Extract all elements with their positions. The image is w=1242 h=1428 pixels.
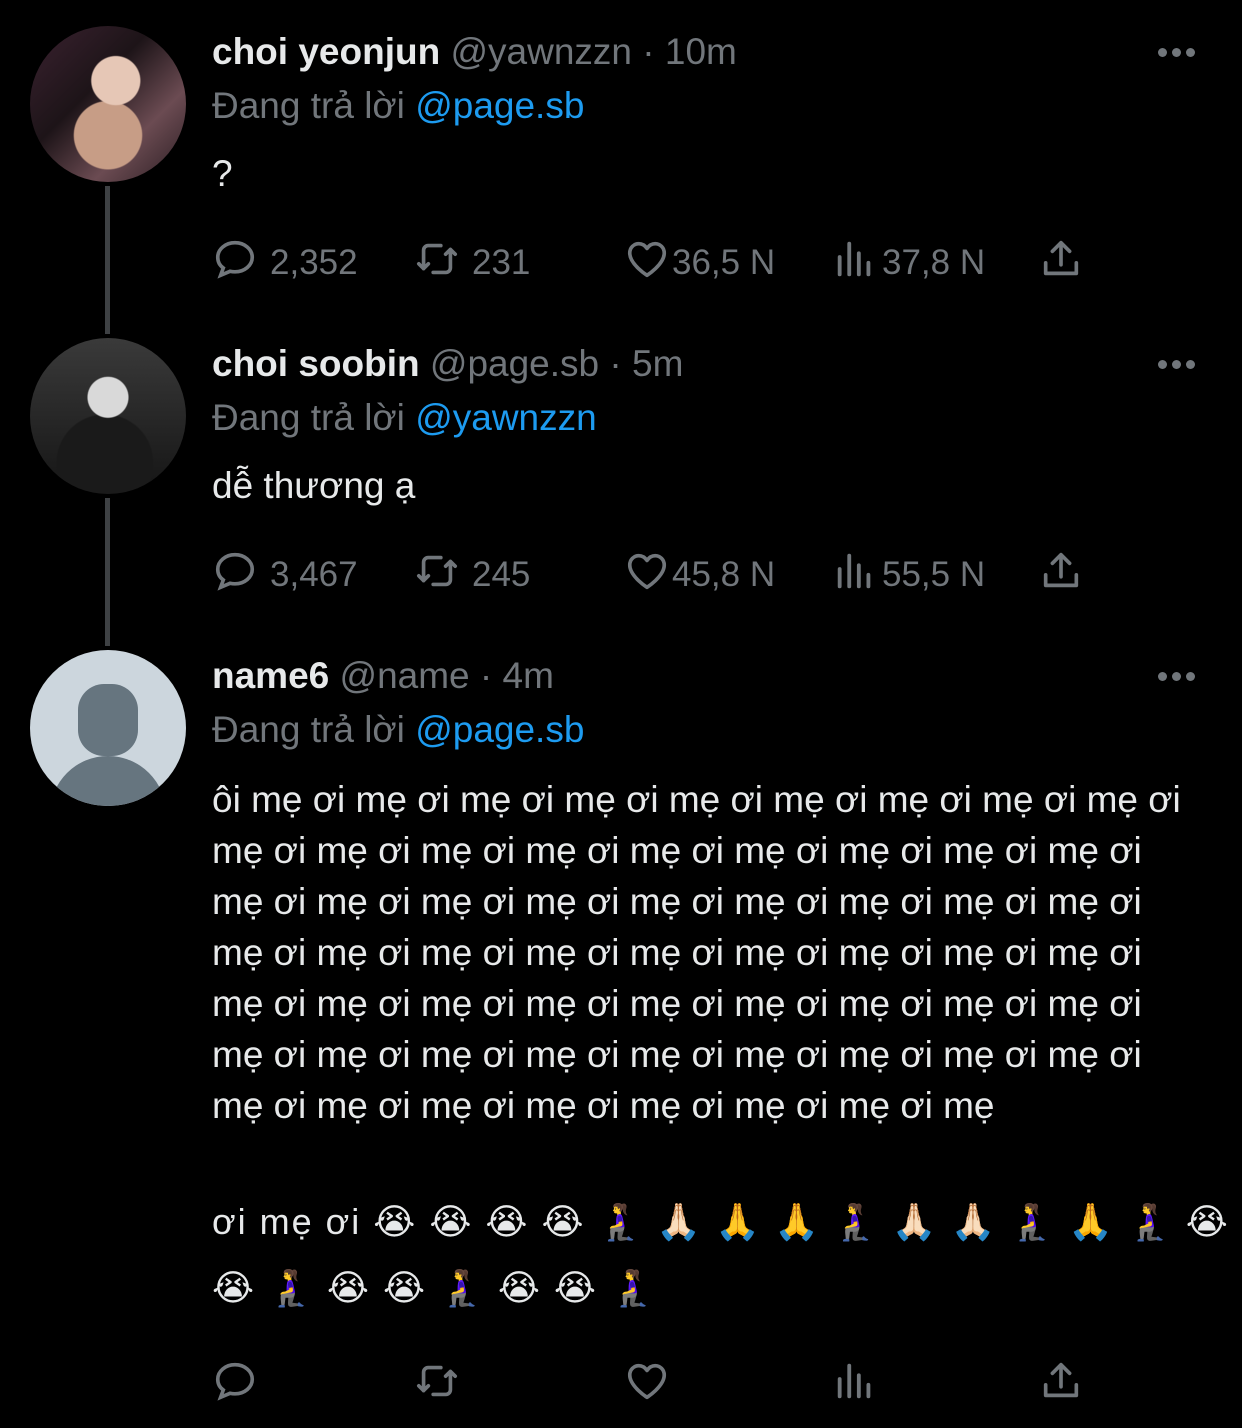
replying-to: Đang trả lời @page.sb <box>212 708 584 752</box>
share-icon <box>1038 548 1084 603</box>
like-icon <box>624 548 670 603</box>
retweet-count: 231 <box>472 243 531 282</box>
replying-to-label: Đang trả lời <box>212 397 405 438</box>
share-icon <box>1038 236 1084 291</box>
like-icon <box>624 1358 670 1413</box>
views-icon <box>832 548 878 603</box>
reply-icon <box>212 236 258 291</box>
views-button[interactable]: 37,8 N <box>832 238 985 288</box>
share-icon <box>1038 1358 1084 1413</box>
views-button[interactable] <box>832 1360 878 1410</box>
tweet-text: dễ thương ạ <box>212 465 416 506</box>
share-button[interactable] <box>1038 1360 1084 1410</box>
views-icon <box>832 236 878 291</box>
display-name[interactable]: choi soobin <box>212 343 420 384</box>
user-handle[interactable]: @yawnzzn <box>450 31 632 72</box>
tweet-text: ? <box>212 153 233 194</box>
retweet-icon <box>414 1358 460 1413</box>
user-handle[interactable]: @name <box>340 655 470 696</box>
retweet-count: 245 <box>472 555 531 594</box>
like-button[interactable]: 36,5 N <box>624 238 775 288</box>
avatar[interactable] <box>30 650 186 806</box>
more-icon[interactable] <box>1158 43 1202 63</box>
avatar[interactable] <box>30 26 186 182</box>
timestamp[interactable]: · 4m <box>480 655 554 696</box>
tweet-header: choi yeonjun @yawnzzn · 10m <box>212 30 737 74</box>
replying-to: Đang trả lời @page.sb <box>212 84 584 128</box>
share-button[interactable] <box>1038 550 1084 600</box>
like-icon <box>624 236 670 291</box>
default-avatar-body <box>50 756 166 806</box>
timestamp[interactable]: · 5m <box>609 343 683 384</box>
replying-to: Đang trả lời @yawnzzn <box>212 396 597 440</box>
replying-to-handle[interactable]: @page.sb <box>415 85 584 126</box>
reply-count: 3,467 <box>270 555 358 594</box>
retweet-button[interactable] <box>414 1360 460 1410</box>
replying-to-label: Đang trả lời <box>212 85 405 126</box>
retweet-icon <box>414 236 460 291</box>
views-button[interactable]: 55,5 N <box>832 550 985 600</box>
like-button[interactable]: 45,8 N <box>624 550 775 600</box>
user-handle[interactable]: @page.sb <box>430 343 599 384</box>
tweet-text-tail: ơi mẹ ơi 😭 😭 😭 😭 🧎‍♀️ 🙏🏻 🙏 🙏 🧎‍♀️ 🙏🏻 🙏🏻 … <box>212 1198 1230 1246</box>
like-button[interactable] <box>624 1360 670 1410</box>
views-count: 55,5 N <box>882 555 986 594</box>
avatar[interactable] <box>30 338 186 494</box>
reply-button[interactable] <box>212 1360 258 1410</box>
reply-icon <box>212 1358 258 1413</box>
replying-to-handle[interactable]: @yawnzzn <box>415 397 597 438</box>
like-count: 36,5 N <box>672 243 776 282</box>
action-bar: 2,352 231 36,5 N 37,8 N <box>0 238 1242 288</box>
retweet-button[interactable]: 231 <box>414 238 530 288</box>
tweet[interactable]: name6 @name · 4m Đang trả lời @page.sb ô… <box>0 624 1242 1428</box>
display-name[interactable]: name6 <box>212 655 329 696</box>
views-count: 37,8 N <box>882 243 986 282</box>
default-avatar-head <box>78 684 138 756</box>
more-icon[interactable] <box>1158 667 1202 687</box>
replying-to-label: Đang trả lời <box>212 709 405 750</box>
timestamp[interactable]: · 10m <box>642 31 737 72</box>
more-icon[interactable] <box>1158 355 1202 375</box>
tweet-text: ôi mẹ ơi mẹ ơi mẹ ơi mẹ ơi mẹ ơi mẹ ơi m… <box>212 779 1181 1126</box>
reply-icon <box>212 548 258 603</box>
like-count: 45,8 N <box>672 555 776 594</box>
tweet[interactable]: choi yeonjun @yawnzzn · 10m Đang trả lời… <box>0 0 1242 320</box>
display-name[interactable]: choi yeonjun <box>212 31 440 72</box>
emoji-sequence: 😭 😭 😭 😭 🧎‍♀️ 🙏🏻 🙏 🙏 🧎‍♀️ 🙏🏻 🙏🏻 🧎‍♀️ 🙏 🧎‍… <box>373 1201 1230 1242</box>
action-bar <box>0 1360 1242 1410</box>
tweet-header: choi soobin @page.sb · 5m <box>212 342 683 386</box>
reply-count: 2,352 <box>270 243 358 282</box>
reply-button[interactable]: 2,352 <box>212 238 358 288</box>
tweet[interactable]: choi soobin @page.sb · 5m Đang trả lời @… <box>0 312 1242 632</box>
emoji-sequence: 😭 🧎‍♀️ 😭 😭 🧎‍♀️ 😭 😭 🧎‍♀️ <box>212 1267 657 1308</box>
tweet-text-tail-words: ơi mẹ ơi <box>212 1201 362 1242</box>
views-icon <box>832 1358 878 1413</box>
retweet-icon <box>414 548 460 603</box>
reply-button[interactable]: 3,467 <box>212 550 358 600</box>
replying-to-handle[interactable]: @page.sb <box>415 709 584 750</box>
retweet-button[interactable]: 245 <box>414 550 530 600</box>
action-bar: 3,467 245 45,8 N 55,5 N <box>0 550 1242 600</box>
share-button[interactable] <box>1038 238 1084 288</box>
tweet-header: name6 @name · 4m <box>212 654 554 698</box>
